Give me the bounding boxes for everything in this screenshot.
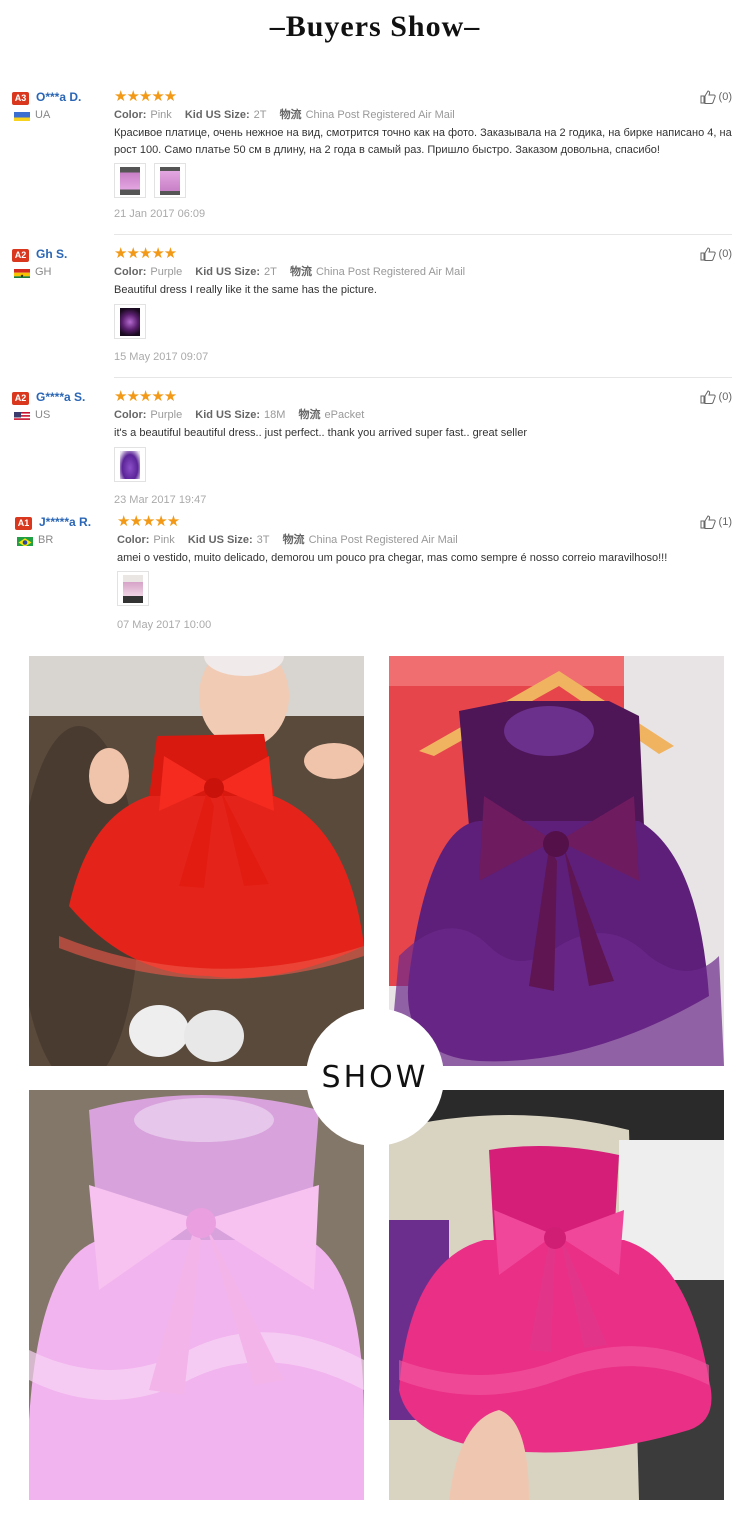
buyer-level-badge: A2 (12, 249, 29, 262)
shipping-value: China Post Registered Air Mail (315, 266, 466, 278)
star-rating: ★★★★★ (114, 245, 177, 262)
helpful-count: (0) (718, 391, 732, 403)
svg-text:★: ★ (20, 273, 24, 278)
size-value: 2T (253, 109, 267, 121)
review-thumbnail[interactable] (114, 163, 146, 198)
color-value: Purple (150, 409, 183, 421)
star-rating: ★★★★★ (114, 388, 177, 405)
color-value: Pink (150, 109, 172, 121)
buyer-country: GH (35, 266, 52, 278)
review-thumbnail[interactable] (114, 447, 146, 482)
rose-dress-photo (389, 1090, 724, 1500)
size-label: Kid US Size: (195, 266, 261, 278)
ghana-flag-icon: ★ (14, 267, 30, 278)
size-label: Kid US Size: (187, 534, 253, 546)
helpful-count: (0) (718, 248, 732, 260)
logistics-label: 物流 (289, 266, 312, 278)
ukraine-flag-icon (14, 110, 30, 121)
buyer-country: UA (35, 109, 51, 121)
helpful-button[interactable]: (0) (700, 247, 732, 261)
color-label: Color: (117, 534, 150, 546)
size-value: 2T (264, 266, 277, 278)
review-thumbnail[interactable] (154, 163, 186, 198)
size-value: 3T (256, 534, 270, 546)
review-text: Красивое платице, очень нежное на вид, с… (114, 127, 732, 156)
buyer-name[interactable]: J*****a R. (39, 515, 91, 529)
logistics-label: 物流 (298, 409, 321, 421)
color-label: Color: (114, 266, 147, 278)
shipping-value: ePacket (324, 409, 365, 421)
divider (114, 377, 732, 378)
review-date: 21 Jan 2017 06:09 (114, 208, 206, 220)
helpful-count: (1) (718, 516, 732, 528)
size-value: 18M (264, 409, 286, 421)
brazil-flag-icon (17, 535, 33, 546)
shipping-value: China Post Registered Air Mail (308, 534, 458, 546)
helpful-count: (0) (718, 91, 732, 103)
review-date: 23 Mar 2017 19:47 (114, 494, 207, 506)
review-text: Beautiful dress I really like it the sam… (114, 284, 377, 296)
order-info: Color: Purple Kid US Size: 18M 物流 ePacket (114, 406, 364, 422)
buyer-name[interactable]: G****a S. (36, 390, 85, 404)
helpful-button[interactable]: (0) (700, 390, 732, 404)
color-label: Color: (114, 409, 147, 421)
helpful-button[interactable]: (1) (700, 515, 732, 529)
usa-flag-icon (14, 410, 30, 421)
review-date: 15 May 2017 09:07 (114, 351, 209, 363)
thumbs-up-icon (700, 90, 716, 104)
buyer-country: BR (38, 534, 54, 546)
buyer-level-badge: A3 (12, 92, 29, 105)
review-item: A2 Gh S. ★ GH ★★★★★ Color: Purple Kid US … (12, 245, 732, 378)
review-item: A3 O***a D. UA ★★★★★ Color: Pink Kid US S… (12, 88, 732, 235)
color-value: Pink (153, 534, 175, 546)
show-badge: SHOW (306, 1008, 444, 1146)
buyer-level-badge: A1 (15, 517, 32, 530)
color-value: Purple (150, 266, 183, 278)
logistics-label: 物流 (279, 109, 302, 121)
logistics-label: 物流 (282, 534, 305, 546)
review-item: A2 G****a S. US ★★★★★ Color: Purple Kid U… (12, 388, 732, 508)
buyer-name[interactable]: O***a D. (36, 90, 81, 104)
buyer-name[interactable]: Gh S. (36, 247, 67, 261)
review-date: 07 May 2017 10:00 (117, 619, 212, 631)
review-images (114, 163, 186, 198)
thumbs-up-icon (700, 390, 716, 404)
review-images (117, 571, 149, 606)
review-images (114, 447, 146, 482)
review-images (114, 304, 146, 339)
star-rating: ★★★★★ (114, 88, 177, 105)
size-label: Kid US Size: (184, 109, 250, 121)
buyer-country: US (35, 409, 51, 421)
red-dress-photo (29, 656, 364, 1066)
review-thumbnail[interactable] (117, 571, 149, 606)
buyer-level-badge: A2 (12, 392, 29, 405)
order-info: Color: Purple Kid US Size: 2T 物流 China Post… (114, 263, 465, 279)
review-item: A1 J*****a R. BR ★★★★★ Color: Pink Kid US… (15, 513, 735, 635)
review-text: amei o vestido, muito delicado, demorou … (117, 552, 668, 564)
size-label: Kid US Size: (195, 409, 261, 421)
color-label: Color: (114, 109, 147, 121)
divider (114, 234, 732, 235)
purple-dress-photo (389, 656, 724, 1066)
star-rating: ★★★★★ (117, 513, 180, 530)
review-text: it's a beautiful beautiful dress.. just … (114, 427, 527, 439)
shipping-value: China Post Registered Air Mail (305, 109, 455, 121)
order-info: Color: Pink Kid US Size: 3T 物流 China Post R… (117, 531, 458, 547)
thumbs-up-icon (700, 247, 716, 261)
review-thumbnail[interactable] (114, 304, 146, 339)
helpful-button[interactable]: (0) (700, 90, 732, 104)
thumbs-up-icon (700, 515, 716, 529)
order-info: Color: Pink Kid US Size: 2T 物流 China Post R… (114, 106, 455, 122)
pink-dress-photo (29, 1090, 364, 1500)
page-title: –Buyers Show– (269, 10, 481, 43)
